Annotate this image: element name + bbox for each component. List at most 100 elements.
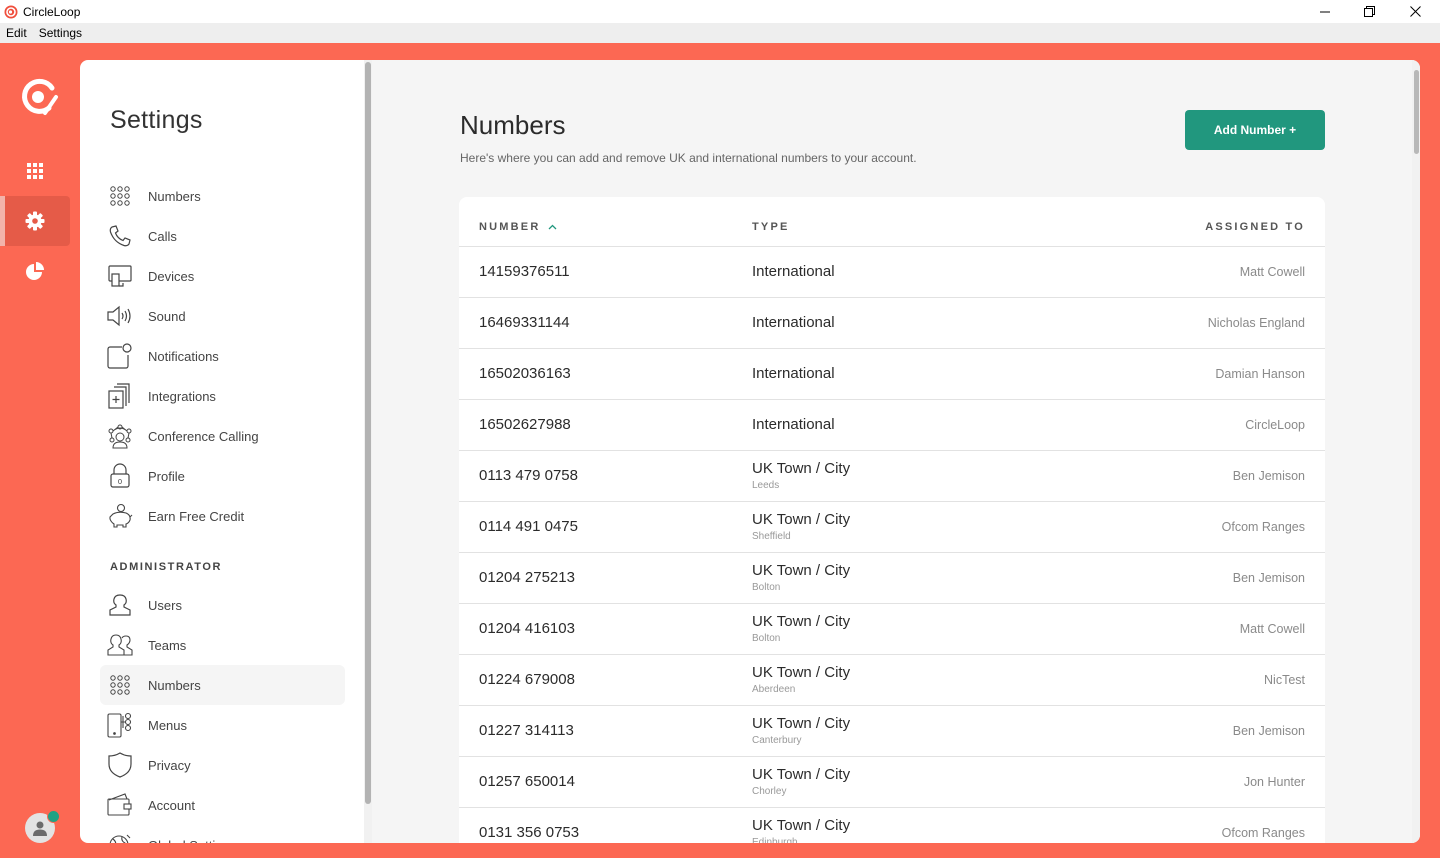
column-header-number-label: NUMBER (479, 221, 541, 233)
minimize-button[interactable] (1302, 0, 1348, 23)
nav-notifications[interactable]: Notifications (100, 336, 345, 376)
number-cell: 01204 416103 (479, 620, 575, 637)
column-header-assigned-to[interactable]: ASSIGNED TO (1205, 221, 1305, 233)
table-body: 14159376511 International Matt Cowell 16469… (459, 247, 1325, 843)
administrator-heading: ADMINISTRATOR (110, 561, 223, 573)
page-title: Numbers (460, 110, 566, 140)
city-label: Aberdeen (752, 684, 796, 695)
city-label: Bolton (752, 582, 781, 593)
nav-teams[interactable]: Teams (100, 625, 345, 665)
assigned-to-cell: Ben Jemison (1232, 469, 1305, 483)
rail-dialpad-button[interactable] (0, 146, 70, 196)
table-row[interactable]: 01204 416103 UK Town / City Bolton Matt Cow… (459, 604, 1325, 655)
nav-profile[interactable]: 0 Profile (100, 456, 345, 496)
nav-label: Sound (148, 308, 186, 324)
page-subtitle: Here's where you can add and remove UK a… (460, 151, 917, 165)
nav-label: Teams (148, 637, 187, 653)
number-cell: 16502627988 (479, 416, 571, 433)
nav-calls[interactable]: Calls (100, 216, 345, 256)
globe-icon (106, 831, 134, 843)
conference-icon (106, 422, 134, 450)
nav-label: Account (148, 797, 195, 813)
nav-label: Numbers (148, 188, 201, 204)
nav-conference-calling[interactable]: Conference Calling (100, 416, 345, 456)
table-row[interactable]: 0113 479 0758 UK Town / City Leeds Ben Jemi… (459, 451, 1325, 502)
assigned-to-cell: Ben Jemison (1232, 571, 1305, 585)
nav-account[interactable]: Account (100, 785, 345, 825)
menu-edit[interactable]: Edit (0, 26, 33, 40)
city-label: Edinburgh (752, 837, 798, 843)
table-row[interactable]: 0114 491 0475 UK Town / City Sheffield Ofco… (459, 502, 1325, 553)
table-row[interactable]: 01204 275213 UK Town / City Bolton Ben Jemi… (459, 553, 1325, 604)
team-icon (106, 631, 134, 659)
user-icon (33, 821, 47, 836)
nav-integrations[interactable]: Integrations (100, 376, 345, 416)
type-cell: UK Town / City (752, 511, 851, 528)
nav-label: Devices (148, 268, 195, 284)
type-cell: International (752, 314, 835, 331)
title-bar: CircleLoop (0, 0, 1440, 23)
table-row[interactable]: 14159376511 International Matt Cowell (459, 247, 1325, 298)
nav-admin-numbers[interactable]: Numbers (100, 665, 345, 705)
rail-reports-button[interactable] (0, 246, 70, 296)
number-cell: 16469331144 (479, 314, 570, 331)
nav-numbers[interactable]: Numbers (100, 176, 345, 216)
settings-panel: Settings Numbers Calls Devices Sound Not… (80, 60, 372, 843)
dialpad-icon (106, 671, 134, 699)
rail-settings-button[interactable] (0, 196, 70, 246)
nav-label: Integrations (148, 388, 216, 404)
column-header-number[interactable]: NUMBER (479, 221, 557, 233)
close-button[interactable] (1392, 0, 1438, 23)
table-row[interactable]: 0131 356 0753 UK Town / City Edinburgh Ofco… (459, 808, 1325, 843)
nav-label: Privacy (148, 757, 191, 773)
number-cell: 0131 356 0753 (479, 824, 580, 841)
window-title: CircleLoop (23, 4, 81, 19)
nav-global-settings[interactable]: Global Settings (100, 825, 345, 843)
dialpad-icon (106, 182, 134, 210)
table-row[interactable]: 01227 314113 UK Town / City Canterbury Ben … (459, 706, 1325, 757)
sort-ascending-icon[interactable] (548, 224, 557, 230)
type-cell: UK Town / City (752, 817, 851, 834)
table-row[interactable]: 01224 679008 UK Town / City Aberdeen NicTes… (459, 655, 1325, 706)
table-row[interactable]: 01257 650014 UK Town / City Chorley Jon Hun… (459, 757, 1325, 808)
type-cell: UK Town / City (752, 766, 851, 783)
assigned-to-cell: NicTest (1264, 673, 1305, 687)
table-row[interactable]: 16469331144 International Nicholas England (459, 298, 1325, 349)
settings-scrollbar[interactable] (364, 60, 372, 843)
menu-settings[interactable]: Settings (33, 26, 88, 40)
city-label: Chorley (752, 786, 787, 797)
nav-menus[interactable]: Menus (100, 705, 345, 745)
add-number-button[interactable]: Add Number + (1185, 110, 1325, 150)
number-cell: 01224 679008 (479, 671, 575, 688)
type-cell: UK Town / City (752, 460, 851, 477)
nav-label: Global Settings (148, 838, 236, 844)
number-cell: 0113 479 0758 (479, 467, 578, 484)
dialpad-icon (27, 163, 43, 179)
nav-sound[interactable]: Sound (100, 296, 345, 336)
pie-chart-icon (26, 262, 44, 280)
main-scrollbar[interactable] (1412, 60, 1420, 843)
gear-icon (25, 211, 45, 231)
nav-label: Profile (148, 468, 185, 484)
nav-label: Menus (148, 717, 188, 733)
settings-scrollbar-thumb[interactable] (365, 62, 371, 804)
type-cell: International (752, 263, 835, 280)
piggy-bank-icon (106, 502, 134, 530)
lock-icon: 0 (106, 462, 134, 490)
nav-label: Users (148, 597, 182, 613)
minimize-icon (1320, 11, 1330, 12)
nav-devices[interactable]: Devices (100, 256, 345, 296)
nav-earn-free-credit[interactable]: Earn Free Credit (100, 496, 345, 536)
assigned-to-cell: Matt Cowell (1239, 622, 1305, 636)
type-cell: UK Town / City (752, 613, 851, 630)
table-row[interactable]: 16502036163 International Damian Hanson (459, 349, 1325, 400)
restore-button[interactable] (1346, 0, 1392, 23)
assigned-to-cell: Jon Hunter (1243, 775, 1305, 789)
assigned-to-cell: Ben Jemison (1232, 724, 1305, 738)
table-row[interactable]: 16502627988 International CircleLoop (459, 400, 1325, 451)
main-scrollbar-thumb[interactable] (1414, 70, 1419, 154)
nav-label: Earn Free Credit (148, 508, 245, 524)
nav-privacy[interactable]: Privacy (100, 745, 345, 785)
column-header-type[interactable]: TYPE (752, 221, 790, 233)
nav-users[interactable]: Users (100, 585, 345, 625)
